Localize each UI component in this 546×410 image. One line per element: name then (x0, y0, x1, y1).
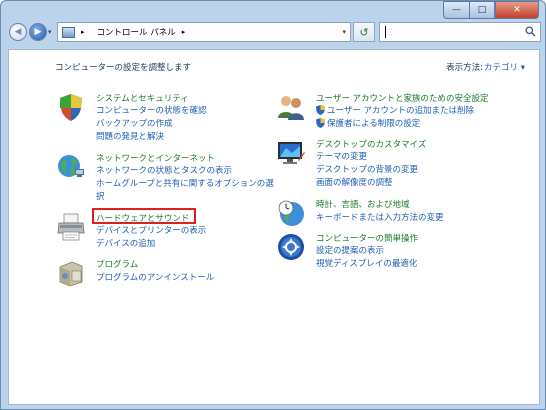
link-optimize-display[interactable]: 視覚ディスプレイの最適化 (316, 257, 417, 269)
category-appearance: デスクトップのカスタマイズ テーマの変更 デスクトップの背景の変更 画面の解像度… (276, 138, 536, 194)
link-devices-printers[interactable]: デバイスとプリンターの表示 (96, 224, 206, 236)
content-pane: コンピューターの設定を調整します 表示方法: カテゴリ ▾ システムとセキュリテ… (8, 49, 540, 405)
category-title-programs[interactable]: プログラム (96, 258, 138, 270)
address-dropdown-icon[interactable]: ▾ (342, 28, 346, 36)
forward-button[interactable]: ▶ (29, 23, 47, 41)
link-change-theme[interactable]: テーマの変更 (316, 150, 367, 162)
ease-of-access-icon[interactable] (276, 232, 306, 262)
monitor-icon[interactable] (276, 138, 306, 168)
category-title-ease-of-access[interactable]: コンピューターの簡単操作 (316, 232, 418, 244)
category-hardware-sound: ハードウェアとサウンド デバイスとプリンターの表示 デバイスの追加 (56, 208, 256, 254)
window-frame: — □ ✕ ◀ ▶ ▾ ▸ コントロール パネル ▸ ▾ ↺ コンピューターの設… (0, 0, 546, 410)
users-icon[interactable] (276, 92, 306, 122)
program-box-icon[interactable] (56, 258, 86, 288)
search-icon[interactable] (525, 26, 536, 37)
link-add-device[interactable]: デバイスの追加 (96, 237, 155, 249)
link-create-backup[interactable]: バックアップの作成 (96, 117, 173, 129)
control-panel-icon (62, 26, 75, 38)
category-system-security: システムとセキュリティ コンピューターの状態を確認 バックアップの作成 問題の発… (56, 92, 256, 148)
printer-icon[interactable] (56, 212, 86, 242)
category-ease-of-access: コンピューターの簡単操作 設定の提案の表示 視覚ディスプレイの最適化 (276, 232, 536, 276)
search-input[interactable] (382, 24, 522, 40)
category-programs: プログラム プログラムのアンインストール (56, 258, 256, 288)
link-find-fix-problems[interactable]: 問題の発見と解決 (96, 130, 164, 142)
category-user-accounts: ユーザー アカウントと家族のための安全設定 ユーザー アカウントの追加または削除… (276, 92, 536, 136)
link-change-background[interactable]: デスクトップの背景の変更 (316, 163, 418, 175)
link-check-computer-status[interactable]: コンピューターの状態を確認 (96, 104, 207, 116)
category-network-internet: ネットワークとインターネット ネットワークの状態とタスクの表示 ホームグループと… (56, 152, 274, 208)
breadcrumb-control-panel[interactable]: コントロール パネル (97, 26, 176, 38)
page-heading: コンピューターの設定を調整します (55, 63, 192, 73)
uac-shield-icon (316, 105, 325, 115)
link-network-status-tasks[interactable]: ネットワークの状態とタスクの表示 (96, 164, 232, 176)
back-button[interactable]: ◀ (9, 23, 27, 41)
close-button[interactable]: ✕ (495, 1, 539, 19)
navigation-bar: ◀ ▶ ▾ ▸ コントロール パネル ▸ ▾ ↺ (7, 22, 541, 44)
category-clock-language: 時計、言語、および地域 キーボードまたは入力方法の変更 (276, 198, 536, 230)
link-adjust-resolution[interactable]: 画面の解像度の調整 (316, 176, 393, 188)
breadcrumb-separator-icon[interactable]: ▸ (81, 28, 85, 36)
link-add-remove-accounts[interactable]: ユーザー アカウントの追加または削除 (327, 104, 474, 116)
link-suggested-settings[interactable]: 設定の提案の表示 (316, 244, 384, 256)
link-parental-controls[interactable]: 保護者による制限の設定 (327, 117, 420, 129)
category-title-appearance[interactable]: デスクトップのカスタマイズ (316, 138, 426, 150)
view-by-label: 表示方法: (446, 63, 483, 73)
search-box[interactable] (379, 22, 541, 42)
category-title-network-internet[interactable]: ネットワークとインターネット (96, 152, 215, 164)
link-homegroup-sharing-options-cont[interactable]: 択 (96, 190, 105, 202)
recent-pages-dropdown[interactable]: ▾ (48, 28, 52, 36)
highlight-box (92, 208, 196, 224)
refresh-button[interactable]: ↺ (353, 22, 375, 42)
caption-buttons: — □ ✕ (443, 1, 539, 19)
breadcrumb-separator-icon[interactable]: ▸ (182, 28, 186, 36)
shield-check-icon[interactable] (56, 92, 86, 122)
category-title-system-security[interactable]: システムとセキュリティ (96, 92, 189, 104)
minimize-button[interactable]: — (443, 1, 469, 19)
text-caret (385, 26, 386, 38)
view-by-dropdown[interactable]: カテゴリ ▾ (484, 61, 525, 73)
uac-shield-icon (316, 118, 325, 128)
clock-globe-icon[interactable] (276, 198, 306, 228)
globe-network-icon[interactable] (56, 152, 86, 182)
link-uninstall-program[interactable]: プログラムのアンインストール (96, 271, 214, 283)
link-homegroup-sharing-options[interactable]: ホームグループと共有に関するオプションの選 (96, 177, 274, 189)
address-bar[interactable]: ▸ コントロール パネル ▸ ▾ (57, 22, 351, 42)
category-title-user-accounts[interactable]: ユーザー アカウントと家族のための安全設定 (316, 92, 489, 104)
category-title-clock-language[interactable]: 時計、言語、および地域 (316, 198, 410, 210)
maximize-button[interactable]: □ (469, 1, 495, 19)
link-change-keyboard-input[interactable]: キーボードまたは入力方法の変更 (316, 211, 444, 223)
